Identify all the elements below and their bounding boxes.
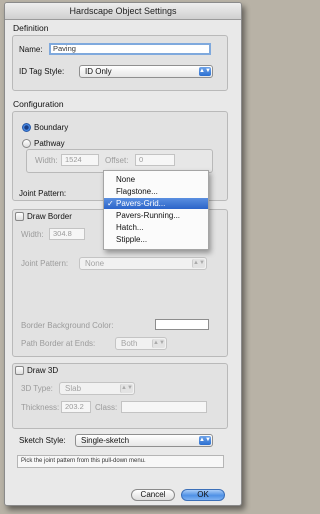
- 3d-type-popup[interactable]: Slab ▲▼: [59, 382, 135, 395]
- border-joint-pattern-popup[interactable]: None ▲▼: [79, 257, 207, 270]
- class-label: Class:: [95, 403, 118, 412]
- hardscape-settings-dialog: Hardscape Object Settings Definition Nam…: [4, 2, 242, 506]
- menu-item-flagstone[interactable]: Flagstone...: [104, 186, 208, 197]
- border-joint-pattern-value: None: [85, 259, 105, 268]
- pathway-radio[interactable]: [22, 139, 31, 148]
- menu-item-pavers-grid[interactable]: ✓ Pavers-Grid...: [104, 198, 208, 209]
- border-bg-color-swatch[interactable]: [155, 319, 209, 330]
- configuration-section-label: Configuration: [13, 99, 64, 109]
- menu-item-none[interactable]: None: [104, 174, 208, 185]
- joint-pattern-label: Joint Pattern:: [19, 189, 67, 198]
- draw-3d-checkbox[interactable]: [15, 366, 24, 375]
- chevron-updown-icon: ▲▼: [152, 339, 165, 348]
- boundary-label: Boundary: [34, 123, 69, 132]
- definition-section-label: Definition: [13, 23, 49, 33]
- help-text: Pick the joint pattern from this pull-do…: [17, 455, 224, 468]
- thickness-label: Thickness:: [21, 403, 60, 412]
- chevron-updown-icon: ▲▼: [199, 436, 211, 445]
- draw-border-label: Draw Border: [27, 212, 72, 221]
- pathway-offset-field[interactable]: 0: [135, 154, 175, 166]
- menu-item-pavers-grid-label: Pavers-Grid...: [116, 199, 166, 208]
- ok-button[interactable]: OK: [181, 489, 225, 501]
- pathway-label: Pathway: [34, 139, 65, 148]
- checkmark-icon: ✓: [107, 199, 114, 208]
- path-border-ends-popup[interactable]: Both ▲▼: [115, 337, 167, 350]
- boundary-radio[interactable]: [22, 123, 31, 132]
- thickness-field[interactable]: 203.2: [61, 401, 91, 413]
- 3d-type-label: 3D Type:: [21, 384, 53, 393]
- border-width-label: Width:: [21, 230, 44, 239]
- border-bg-color-label: Border Background Color:: [21, 321, 114, 330]
- draw-border-checkbox[interactable]: [15, 212, 24, 221]
- menu-item-hatch[interactable]: Hatch...: [104, 222, 208, 233]
- id-tag-style-value: ID Only: [85, 67, 112, 76]
- border-joint-pattern-label: Joint Pattern:: [21, 259, 69, 268]
- 3d-type-value: Slab: [65, 384, 82, 393]
- draw-3d-label: Draw 3D: [27, 366, 59, 375]
- name-field[interactable]: Paving: [49, 43, 211, 55]
- name-label: Name:: [19, 45, 43, 54]
- pathway-width-label: Width:: [35, 156, 58, 165]
- border-width-field[interactable]: 304.8: [49, 228, 85, 240]
- chevron-updown-icon: ▲▼: [199, 67, 211, 76]
- chevron-updown-icon: ▲▼: [192, 259, 205, 268]
- sketch-style-value: Single-sketch: [81, 436, 130, 445]
- chevron-updown-icon: ▲▼: [120, 384, 133, 393]
- menu-item-pavers-running[interactable]: Pavers-Running...: [104, 210, 208, 221]
- cancel-button[interactable]: Cancel: [131, 489, 175, 501]
- joint-pattern-menu: None Flagstone... ✓ Pavers-Grid... Paver…: [103, 170, 209, 250]
- id-tag-style-popup[interactable]: ID Only ▲▼: [79, 65, 213, 78]
- sketch-style-label: Sketch Style:: [19, 436, 66, 445]
- pathway-offset-label: Offset:: [105, 156, 129, 165]
- window-title: Hardscape Object Settings: [5, 3, 241, 20]
- class-field[interactable]: [121, 401, 207, 413]
- sketch-style-popup[interactable]: Single-sketch ▲▼: [75, 434, 213, 447]
- menu-item-stipple[interactable]: Stipple...: [104, 234, 208, 245]
- pathway-width-field[interactable]: 1524: [61, 154, 99, 166]
- path-border-ends-label: Path Border at Ends:: [21, 339, 96, 348]
- id-tag-style-label: ID Tag Style:: [19, 67, 65, 76]
- path-border-ends-value: Both: [121, 339, 138, 348]
